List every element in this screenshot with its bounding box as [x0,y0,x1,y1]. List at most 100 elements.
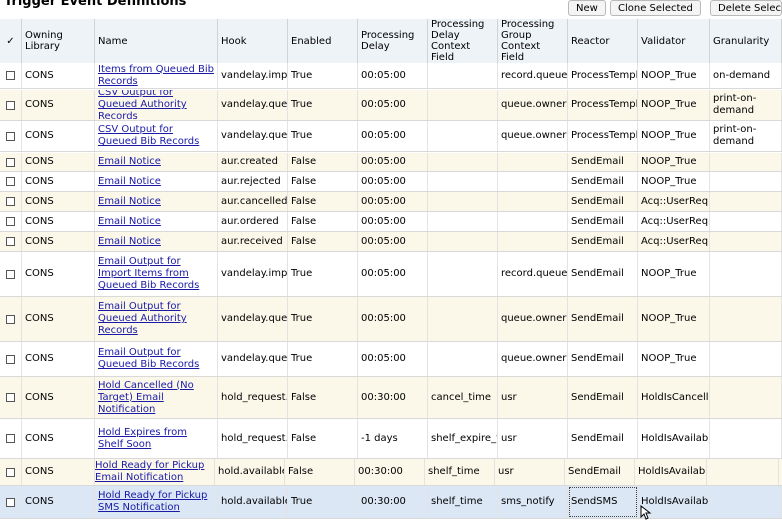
name-link[interactable]: Hold Expires from Shelf Soon [98,427,214,451]
enabled-column-cell: False [285,459,355,485]
table-row[interactable]: CONS CSV Output for Queued Authority Reco… [0,90,782,121]
granularity-column-cell [710,192,782,211]
column-header-name[interactable]: Name [95,19,218,63]
granularity-column-cell [710,486,782,518]
delay-context-field-cell: shelf_time [431,496,483,507]
processing-delay-cell: 00:05:00 [361,156,406,167]
granularity-column-cell [710,153,782,171]
lib-column-cell: CONS [22,459,95,485]
delete-selected-button[interactable]: Delete Selected [710,0,782,16]
row-select-checkbox[interactable] [6,157,15,167]
row-select-checkbox[interactable] [6,497,15,507]
table-row[interactable]: CONS Email Notice aur.cancelled False 00:05:… [0,192,782,212]
row-select-checkbox[interactable] [6,467,15,477]
name-link[interactable]: Hold Cancelled (No Target) Email Notific… [98,380,214,416]
row-select-checkbox[interactable] [6,237,15,246]
table-row[interactable]: CONS Email Output for Import Items from Q… [0,252,782,297]
column-header-select[interactable]: ✓ [0,19,22,63]
hook-cell: vandelay.queu [221,99,288,110]
select-cell [0,153,22,171]
lib-column-cell: CONS [22,192,95,211]
column-header-delay-context-field[interactable]: Processing Delay Context Field [428,19,498,63]
row-select-checkbox[interactable] [6,314,15,324]
name-link[interactable]: Email Output for Queued Bib Records [98,347,214,371]
column-header-processing-delay[interactable]: Processing Delay [358,19,428,63]
table-row[interactable]: CONS CSV Output for Queued Bib Records van… [0,121,782,152]
processing-delay-cell: 00:30:00 [361,496,406,507]
row-select-checkbox[interactable] [6,177,15,186]
owning-library-cell: CONS [25,268,54,279]
enabled-cell: True [291,99,313,110]
table-row[interactable]: CONS Hold Ready for Pickup Email Notifica… [0,459,782,486]
delay-field-column-cell [428,121,498,151]
table-row[interactable]: CONS Items from Queued Bib Records vandela… [0,63,782,89]
name-column-cell: Email Notice [95,172,218,191]
name-link[interactable]: Hold Ready for Pickup Email Notification [95,460,211,484]
hook-column-cell: vandelay.queu [218,297,288,341]
row-select-checkbox[interactable] [6,197,15,206]
table-row[interactable]: CONS Hold Expires from Shelf Soon hold_req… [0,419,782,459]
name-link[interactable]: Email Notice [98,236,161,248]
column-header-reactor[interactable]: Reactor [568,19,638,63]
row-select-checkbox[interactable] [6,100,15,110]
validator-cell: NOOP_True [641,130,697,141]
group-context-field-cell: queue.owner [501,99,567,110]
new-button[interactable]: New [568,0,606,16]
reactor-cell: ProcessTempl [571,130,638,141]
validator-column-cell: NOOP_True [638,153,710,171]
column-header-enabled[interactable]: Enabled [288,19,358,63]
table-row[interactable]: CONS Email Notice aur.received False 00:05:0… [0,232,782,252]
table-row[interactable]: CONS Email Output for Queued Authority Re… [0,297,782,342]
validator-column-cell: NOOP_True [638,297,710,341]
name-link[interactable]: CSV Output for Queued Authority Records [98,90,214,120]
enabled-cell: False [291,235,317,247]
reactor-cell: SendEmail [571,235,624,247]
name-link[interactable]: Hold Ready for Pickup SMS Notification [98,490,214,514]
delay-column-cell: 00:30:00 [355,459,425,485]
owning-library-cell: CONS [25,195,54,207]
column-header-validator[interactable]: Validator [638,19,710,63]
table-row[interactable]: CONS Email Output for Queued Bib Records v… [0,342,782,377]
name-column-cell: Email Output for Queued Bib Records [95,342,218,376]
hook-cell: hold.available [221,496,288,507]
hook-column-cell: hold.available [218,486,288,518]
row-select-checkbox[interactable] [6,131,15,141]
validator-column-cell: NOOP_True [638,121,710,151]
name-link[interactable]: Email Output for Import Items from Queue… [98,256,214,292]
granularity-column-cell: print-on-demand [710,121,782,151]
hook-column-cell: aur.rejected [218,172,288,191]
processing-delay-cell: 00:05:00 [361,353,406,364]
column-header-hook[interactable]: Hook [218,19,288,63]
group-context-field-cell: queue.owner [501,353,567,364]
name-column-cell: Hold Cancelled (No Target) Email Notific… [95,377,218,418]
name-link[interactable]: Email Notice [98,216,161,228]
processing-delay-cell: 00:05:00 [361,195,406,207]
granularity-cell: on-demand [713,69,771,81]
name-link[interactable]: Items from Queued Bib Records [98,64,214,88]
table-row[interactable]: CONS Hold Cancelled (No Target) Email Not… [0,377,782,419]
clone-selected-button[interactable]: Clone Selected [610,0,701,16]
processing-delay-cell: 00:05:00 [361,313,406,324]
row-select-checkbox[interactable] [6,71,15,80]
name-link[interactable]: Email Notice [98,156,161,168]
delay-field-column-cell: shelf_expire_ti [428,419,498,458]
name-link[interactable]: Email Notice [98,196,161,208]
validator-column-cell: HoldIsAvailabl [638,419,710,458]
column-header-granularity[interactable]: Granularity [710,19,782,63]
row-select-checkbox[interactable] [6,354,15,364]
row-select-checkbox[interactable] [6,269,15,279]
table-row[interactable]: CONS Email Notice aur.ordered False 00:05:00… [0,212,782,232]
row-select-checkbox[interactable] [6,217,15,226]
column-header-group-context-field[interactable]: Processing Group Context Field [498,19,568,63]
row-select-checkbox[interactable] [6,434,15,443]
table-row[interactable]: CONS Email Notice aur.created False 00:05:00… [0,153,782,172]
name-link[interactable]: Email Output for Queued Authority Record… [98,301,214,337]
column-header-owning-library[interactable]: Owning Library [22,19,95,63]
reactor-column-cell: SendEmail [568,232,638,251]
row-select-checkbox[interactable] [6,393,15,402]
table-row[interactable]: CONS Email Notice aur.rejected False 00:05:0… [0,172,782,192]
name-link[interactable]: Email Notice [98,176,161,188]
processing-delay-cell: -1 days [361,432,398,444]
table-row[interactable]: CONS Hold Ready for Pickup SMS Notificati… [0,486,782,519]
name-link[interactable]: CSV Output for Queued Bib Records [98,124,214,148]
